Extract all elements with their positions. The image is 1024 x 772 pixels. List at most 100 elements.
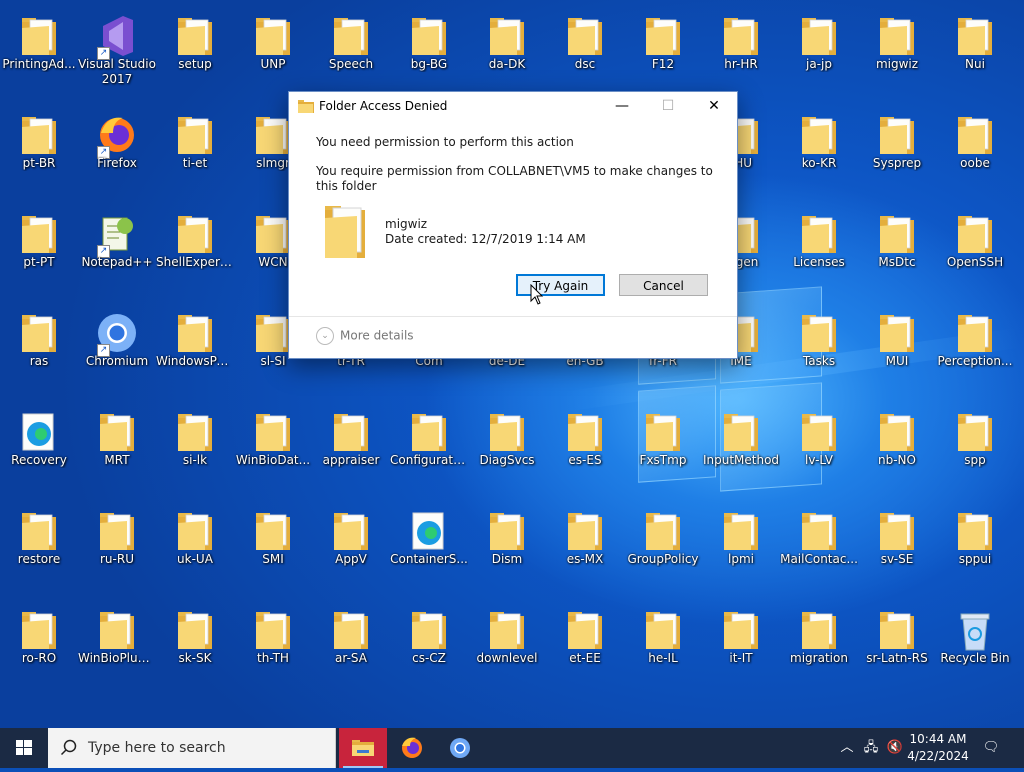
desktop-icon-printingadmin[interactable]: PrintingAd... [0, 6, 78, 102]
desktop-icon-sv-se[interactable]: sv-SE [858, 501, 936, 597]
desktop-icon-si-lk[interactable]: si-lk [156, 402, 234, 498]
desktop-icon-uk-ua[interactable]: uk-UA [156, 501, 234, 597]
desktop-icon-recycle-bin[interactable]: Recycle Bin [936, 600, 1014, 696]
maximize-button[interactable]: ☐ [645, 92, 691, 122]
desktop-icon-migwiz[interactable]: migwiz [858, 6, 936, 102]
desktop-icon-inputmethod[interactable]: InputMethod [702, 402, 780, 498]
desktop-icon-lpmi[interactable]: lpmi [702, 501, 780, 597]
desktop-icon-openssh[interactable]: OpenSSH [936, 204, 1014, 300]
desktop-icon-recovery[interactable]: Recovery [0, 402, 78, 498]
desktop-icon-configuration[interactable]: Configuration [390, 402, 468, 498]
desktop-icon-f12[interactable]: F12 [624, 6, 702, 102]
desktop-icon-label: th-TH [257, 651, 289, 665]
desktop-icon-windowspowershell[interactable]: WindowsPo... [156, 303, 234, 399]
desktop-icon-speech[interactable]: Speech [312, 6, 390, 102]
more-details-toggle[interactable]: ⌄ More details [316, 327, 414, 345]
desktop-icon-mailcontacts[interactable]: MailContac... [780, 501, 858, 597]
desktop-icon-oobe[interactable]: oobe [936, 105, 1014, 201]
desktop-icon-dsc[interactable]: dsc [546, 6, 624, 102]
taskbar-chromium[interactable] [436, 728, 484, 768]
notifications-icon[interactable]: 🗨 [982, 739, 1000, 757]
folder-icon [643, 14, 683, 58]
search-icon [60, 739, 77, 756]
taskbar-file-explorer[interactable] [339, 728, 387, 768]
desktop-icon-appraiser[interactable]: appraiser [312, 402, 390, 498]
desktop-icon-perception[interactable]: Perception... [936, 303, 1014, 399]
taskbar-firefox[interactable] [388, 728, 436, 768]
folder-icon [175, 113, 215, 157]
desktop-icon-chromium[interactable]: ↗ Chromium [78, 303, 156, 399]
desktop-icon-tasks[interactable]: Tasks [780, 303, 858, 399]
desktop-icon-label: cs-CZ [412, 651, 446, 665]
desktop-icon-ar-sa[interactable]: ar-SA [312, 600, 390, 696]
desktop-icon-es-mx[interactable]: es-MX [546, 501, 624, 597]
desktop-icon-sysprep[interactable]: Sysprep [858, 105, 936, 201]
desktop-icon-fxstmp[interactable]: FxsTmp [624, 402, 702, 498]
desktop-icon-es-es[interactable]: es-ES [546, 402, 624, 498]
network-icon[interactable]: 🖧 [862, 739, 880, 757]
desktop-icon-lv-lv[interactable]: lv-LV [780, 402, 858, 498]
dialog-detail: You require permission from COLLABNET\VM… [316, 164, 713, 193]
desktop-icon-spp[interactable]: spp [936, 402, 1014, 498]
desktop-icon-bg-bg[interactable]: bg-BG [390, 6, 468, 102]
desktop-icon-he-il[interactable]: he-IL [624, 600, 702, 696]
desktop-icon-containersettings[interactable]: ContainerS... [390, 501, 468, 597]
desktop-icon-pt-pt[interactable]: pt-PT [0, 204, 78, 300]
desktop-icon-ru-ru[interactable]: ru-RU [78, 501, 156, 597]
desktop-icon-it-it[interactable]: it-IT [702, 600, 780, 696]
desktop-icon-nb-no[interactable]: nb-NO [858, 402, 936, 498]
desktop-icon-nui[interactable]: Nui [936, 6, 1014, 102]
more-details-label: More details [340, 328, 414, 343]
cancel-button[interactable]: Cancel [619, 274, 708, 296]
desktop-icon-winbiodatabase[interactable]: WinBioDat... [234, 402, 312, 498]
desktop-icon-hr-hr[interactable]: hr-HR [702, 6, 780, 102]
start-button[interactable] [0, 728, 48, 768]
desktop-icon-migration[interactable]: migration [780, 600, 858, 696]
desktop-icon-appv[interactable]: AppV [312, 501, 390, 597]
desktop-icon-mui[interactable]: MUI [858, 303, 936, 399]
desktop-icon-visual-studio-2017[interactable]: ↗ Visual Studio 2017 [78, 6, 156, 102]
desktop-icon-ro-ro[interactable]: ro-RO [0, 600, 78, 696]
desktop-icon-label: sk-SK [178, 651, 212, 665]
dialog-titlebar[interactable]: Folder Access Denied — ☐ ✕ [289, 92, 737, 122]
desktop-icon-th-th[interactable]: th-TH [234, 600, 312, 696]
desktop-icon-dism[interactable]: Dism [468, 501, 546, 597]
volume-muted-icon[interactable]: 🔇 [886, 739, 904, 757]
desktop-icon-cs-cz[interactable]: cs-CZ [390, 600, 468, 696]
desktop-icon-ja-jp[interactable]: ja-jp [780, 6, 858, 102]
desktop-icon-label: dsc [574, 57, 596, 71]
desktop-icon-diagsvcs[interactable]: DiagSvcs [468, 402, 546, 498]
desktop-icon-msdtc[interactable]: MsDtc [858, 204, 936, 300]
desktop-icon-restore[interactable]: restore [0, 501, 78, 597]
desktop-icon-label: UNP [260, 57, 286, 71]
desktop-icon-licenses[interactable]: Licenses [780, 204, 858, 300]
desktop-icon-da-dk[interactable]: da-DK [468, 6, 546, 102]
desktop-icon-mrt[interactable]: MRT [78, 402, 156, 498]
desktop-icon-ras[interactable]: ras [0, 303, 78, 399]
show-hidden-icons-chevron-icon[interactable]: ︿ [838, 739, 856, 757]
desktop-icon-sk-sk[interactable]: sk-SK [156, 600, 234, 696]
desktop-icon-grouppolicy[interactable]: GroupPolicy [624, 501, 702, 597]
folder-icon [253, 509, 293, 553]
desktop-icon-label: WindowsPo... [156, 354, 234, 368]
desktop-icon-label: Perception... [937, 354, 1013, 368]
desktop-icon-unp[interactable]: UNP [234, 6, 312, 102]
desktop-icon-sr-latn-rs[interactable]: sr-Latn-RS [858, 600, 936, 696]
minimize-button[interactable]: — [599, 92, 645, 122]
close-button[interactable]: ✕ [691, 92, 737, 122]
desktop-icon-et-ee[interactable]: et-EE [546, 600, 624, 696]
desktop-icon-label: Tasks [802, 354, 836, 368]
desktop-icon-smi[interactable]: SMI [234, 501, 312, 597]
desktop-icon-pt-br[interactable]: pt-BR [0, 105, 78, 201]
desktop-icon-ti-et[interactable]: ti-et [156, 105, 234, 201]
desktop-icon-notepad[interactable]: ↗ Notepad++ [78, 204, 156, 300]
desktop-icon-firefox[interactable]: ↗ Firefox [78, 105, 156, 201]
desktop-icon-sppui[interactable]: sppui [936, 501, 1014, 597]
taskbar-clock[interactable]: 10:44 AM 4/22/2024 [904, 731, 972, 765]
desktop-icon-setup[interactable]: setup [156, 6, 234, 102]
desktop-icon-shellexperiences[interactable]: ShellExperi... [156, 204, 234, 300]
taskbar-search-box[interactable]: Type here to search [48, 728, 336, 768]
desktop-icon-ko-kr[interactable]: ko-KR [780, 105, 858, 201]
desktop-icon-downlevel[interactable]: downlevel [468, 600, 546, 696]
desktop-icon-winbioplugins[interactable]: WinBioPlug... [78, 600, 156, 696]
